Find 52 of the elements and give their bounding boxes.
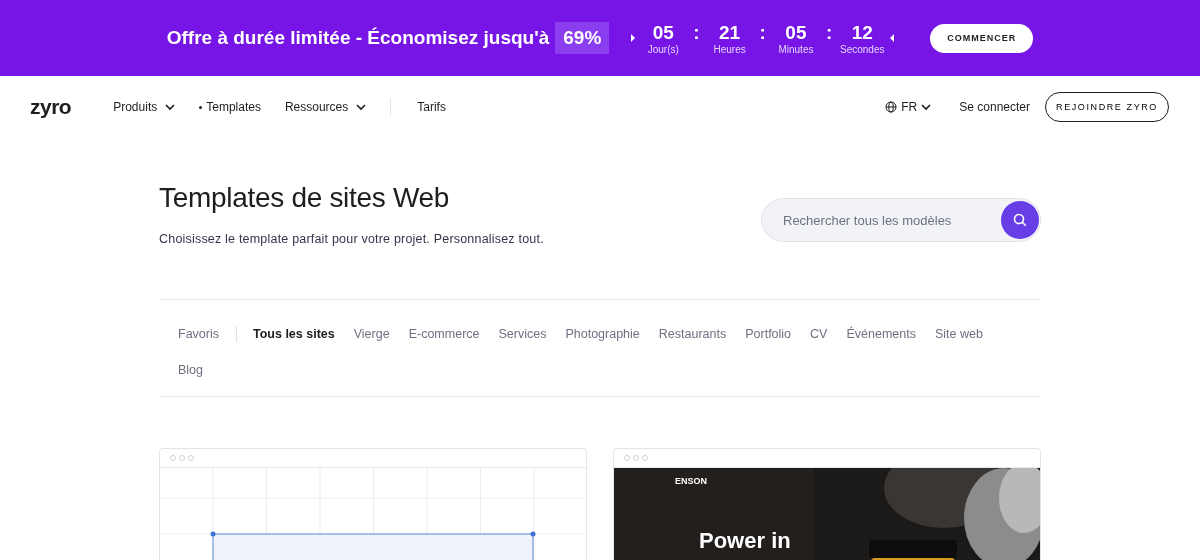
- countdown-unit: Jour(s): [647, 43, 679, 55]
- search-field[interactable]: Rechercher tous les modèles: [761, 198, 1041, 242]
- countdown-value: 12: [851, 21, 873, 44]
- logo: zyro: [30, 95, 72, 119]
- template-card[interactable]: ENSON Power in: [613, 448, 1041, 560]
- site-logo: ENSON: [675, 476, 707, 486]
- bullet-icon: [199, 105, 203, 109]
- filter-tab[interactable]: Événements: [846, 316, 935, 352]
- nav-link[interactable]: Templates: [199, 100, 261, 114]
- globe-icon: [885, 101, 898, 113]
- filter-tab[interactable]: Vierge: [353, 316, 409, 352]
- discount-badge: 69%: [555, 22, 610, 54]
- filter-tab[interactable]: CV: [810, 316, 847, 352]
- page-subtitle: Choisissez le template parfait pour votre projet. Personnalisez tout.: [159, 232, 544, 246]
- search-button[interactable]: [1001, 201, 1039, 239]
- arrow-left-icon: [890, 34, 895, 42]
- chevron-down-icon: [165, 103, 176, 111]
- filter-tab[interactable]: Blog: [178, 352, 223, 388]
- hero-headline: Power in: [699, 528, 791, 554]
- search-icon: [1013, 213, 1027, 227]
- window-dots-icon: [624, 455, 650, 461]
- arrow-right-icon: [631, 34, 636, 42]
- signup-button[interactable]: REJOINDRE ZYRO: [1045, 92, 1169, 122]
- nav-link[interactable]: Ressources: [284, 100, 367, 114]
- countdown-unit: Minutes: [778, 43, 814, 55]
- filter-tab[interactable]: Site web: [934, 316, 1002, 352]
- countdown-value: 05: [785, 21, 807, 44]
- filter-tab[interactable]: Services: [498, 316, 566, 352]
- filter-tab[interactable]: Restaurants: [658, 316, 746, 352]
- countdown-value: 21: [719, 21, 741, 44]
- start-button[interactable]: COMMENCER: [930, 23, 1034, 53]
- filter-tab[interactable]: Favoris: [178, 316, 238, 352]
- chevron-down-icon: [921, 103, 932, 111]
- countdown-separator: :: [825, 21, 833, 44]
- nav-link[interactable]: Produits: [113, 100, 176, 114]
- page-title: Templates de sites Web: [159, 182, 451, 214]
- countdown-separator: :: [693, 21, 700, 44]
- window-dots-icon: [170, 455, 196, 461]
- countdown-unit: Heures: [713, 43, 746, 55]
- filter-tab[interactable]: Portfolio: [745, 316, 811, 352]
- nav-link[interactable]: Tarifs: [417, 100, 446, 114]
- filter-tab[interactable]: Tous les sites: [253, 316, 354, 352]
- countdown-value: 05: [652, 21, 674, 44]
- search-input[interactable]: Rechercher tous les modèles: [781, 211, 1001, 229]
- language-selector[interactable]: FR: [885, 100, 932, 114]
- offer-text: Offre à durée limitée - Économisez jusqu'à: [166, 27, 550, 49]
- filter-tab[interactable]: Photographie: [565, 316, 659, 352]
- login-link[interactable]: Se connecter: [959, 100, 1030, 114]
- filter-tab[interactable]: E-commerce: [408, 316, 499, 352]
- countdown-separator: :: [759, 21, 766, 44]
- countdown-unit: Secondes: [840, 43, 885, 55]
- chevron-down-icon: [356, 103, 367, 111]
